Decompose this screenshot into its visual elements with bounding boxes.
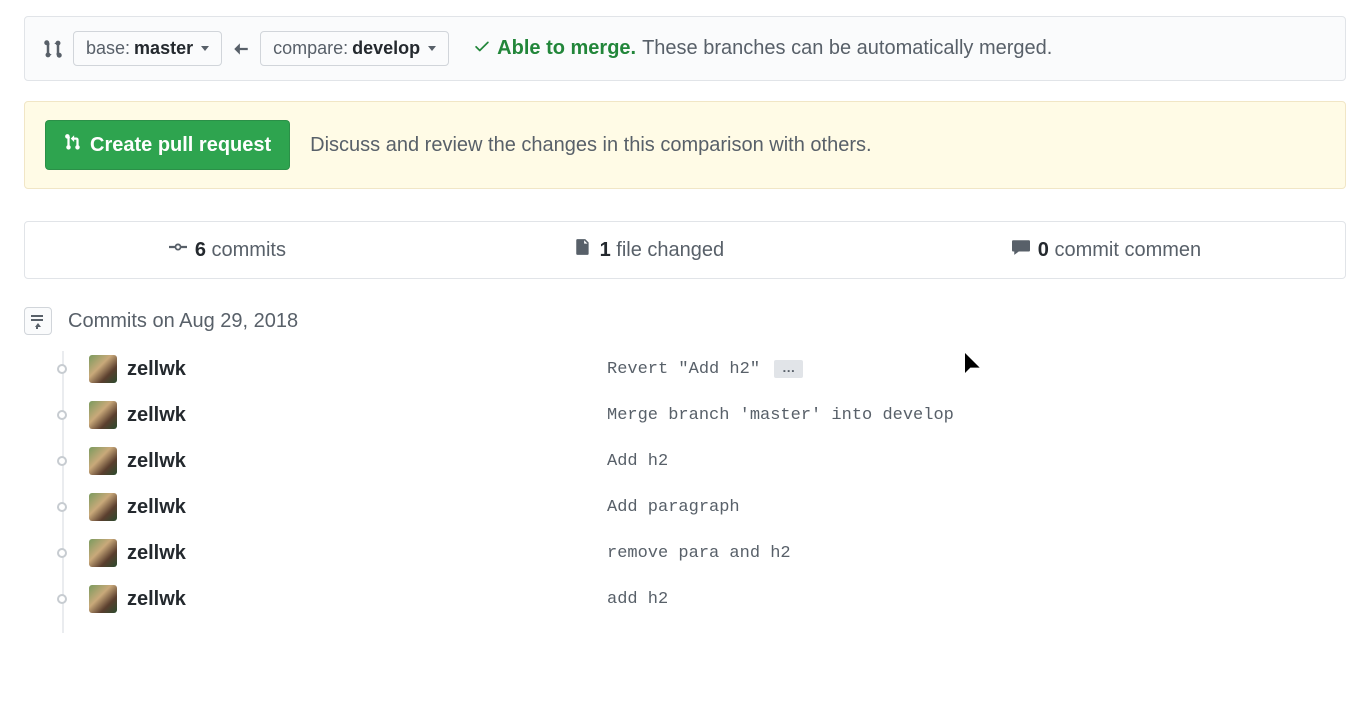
- files-label: file changed: [616, 239, 724, 261]
- commit-author[interactable]: zellwk: [127, 588, 607, 611]
- base-prefix: base:: [86, 38, 130, 59]
- compare-branch: develop: [352, 38, 420, 59]
- commit-dot-icon: [57, 502, 67, 512]
- compare-prefix: compare:: [273, 38, 348, 59]
- ellipsis-button[interactable]: …: [774, 360, 803, 378]
- git-compare-icon: [43, 39, 63, 59]
- create-pr-label: Create pull request: [90, 134, 271, 157]
- create-pr-flash: Create pull request Discuss and review t…: [24, 101, 1346, 189]
- avatar[interactable]: [89, 447, 117, 475]
- merge-ok-text: Able to merge.: [497, 37, 636, 60]
- arrow-left-icon: [232, 40, 250, 58]
- commit-group-header: Commits on Aug 29, 2018: [24, 307, 1346, 335]
- comments-count: 0: [1038, 239, 1049, 261]
- commits-count: 6: [195, 239, 206, 261]
- commit-message[interactable]: Add paragraph: [607, 498, 740, 517]
- commit-dot-icon: [57, 364, 67, 374]
- compare-tabs: 6 commits 1 file changed 0 commit commen: [24, 221, 1346, 279]
- commit-icon: [169, 238, 187, 262]
- commit-row: zellwkAdd paragraph: [24, 493, 1346, 521]
- commit-group: Commits on Aug 29, 2018 zellwkRevert "Ad…: [24, 307, 1346, 613]
- merge-status: Able to merge. These branches can be aut…: [473, 37, 1052, 61]
- commit-message[interactable]: Add h2: [607, 452, 668, 471]
- tab-commits[interactable]: 6 commits: [169, 238, 286, 262]
- comment-icon: [1012, 238, 1030, 262]
- git-pr-icon: [64, 133, 82, 157]
- base-branch: master: [134, 38, 193, 59]
- commit-author[interactable]: zellwk: [127, 358, 607, 381]
- flash-text: Discuss and review the changes in this c…: [310, 134, 871, 157]
- commit-dot-icon: [57, 456, 67, 466]
- avatar[interactable]: [89, 585, 117, 613]
- commit-row: zellwkRevert "Add h2" …: [24, 355, 1346, 383]
- commits-label: commits: [212, 239, 286, 261]
- commit-row: zellwkremove para and h2: [24, 539, 1346, 567]
- compare-bar: base: master compare: develop Able to me…: [24, 16, 1346, 81]
- commit-author[interactable]: zellwk: [127, 450, 607, 473]
- avatar[interactable]: [89, 493, 117, 521]
- repo-push-icon: [24, 307, 52, 335]
- commit-message[interactable]: remove para and h2: [607, 544, 791, 563]
- merge-desc-text: These branches can be automatically merg…: [642, 37, 1052, 60]
- cursor-icon: [964, 353, 982, 380]
- commit-author[interactable]: zellwk: [127, 542, 607, 565]
- commit-row: zellwkadd h2: [24, 585, 1346, 613]
- commit-message[interactable]: Revert "Add h2": [607, 360, 760, 379]
- avatar[interactable]: [89, 401, 117, 429]
- avatar[interactable]: [89, 355, 117, 383]
- create-pr-button[interactable]: Create pull request: [45, 120, 290, 170]
- comments-label: commit commen: [1054, 239, 1201, 261]
- check-icon: [473, 37, 491, 61]
- files-count: 1: [600, 239, 611, 261]
- commit-group-title: Commits on Aug 29, 2018: [68, 310, 298, 333]
- caret-down-icon: [201, 46, 209, 51]
- commit-dot-icon: [57, 410, 67, 420]
- commit-message[interactable]: add h2: [607, 590, 668, 609]
- commit-author[interactable]: zellwk: [127, 404, 607, 427]
- commit-row: zellwkAdd h2: [24, 447, 1346, 475]
- commit-message[interactable]: Merge branch 'master' into develop: [607, 406, 954, 425]
- commit-author[interactable]: zellwk: [127, 496, 607, 519]
- base-branch-button[interactable]: base: master: [73, 31, 222, 66]
- commit-dot-icon: [57, 548, 67, 558]
- file-diff-icon: [574, 238, 592, 262]
- commit-row: zellwkMerge branch 'master' into develop: [24, 401, 1346, 429]
- commit-dot-icon: [57, 594, 67, 604]
- compare-branch-button[interactable]: compare: develop: [260, 31, 449, 66]
- tab-files[interactable]: 1 file changed: [574, 238, 725, 262]
- caret-down-icon: [428, 46, 436, 51]
- avatar[interactable]: [89, 539, 117, 567]
- tab-comments[interactable]: 0 commit commen: [1012, 238, 1201, 262]
